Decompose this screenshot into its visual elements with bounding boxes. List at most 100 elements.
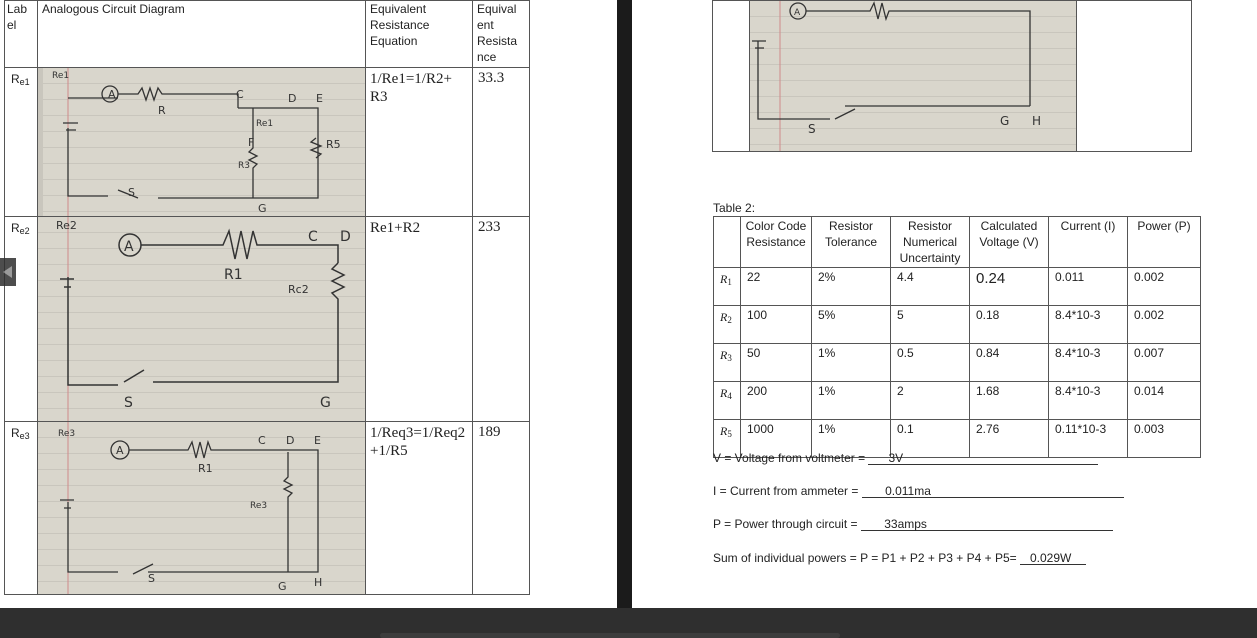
table-row: R2 100 5% 5 0.18 8.4*10-3 0.002 xyxy=(713,305,1201,344)
svg-text:S: S xyxy=(128,186,135,199)
equation-cell: 1/Req3=1/Req2 +1/R5 xyxy=(365,421,473,595)
svg-text:E: E xyxy=(314,434,321,447)
resistor-name: R2 xyxy=(713,305,741,344)
svg-text:E: E xyxy=(316,92,323,105)
svg-text:G: G xyxy=(1000,114,1009,128)
current-cell: 8.4*10-3 xyxy=(1048,381,1128,420)
table-row: R1 22 2% 4.4 0.24 0.011 0.002 xyxy=(713,267,1201,306)
svg-text:Rc2: Rc2 xyxy=(288,283,309,296)
table-row: Re2 A R1 S C D G Re2 Rc2 Re1+R2 233 xyxy=(4,216,530,422)
svg-text:A: A xyxy=(124,239,134,255)
header-color-code: Color Code Resistance xyxy=(740,216,812,268)
tolerance-cell: 1% xyxy=(811,343,891,382)
header-empty xyxy=(713,216,741,268)
resistance-cell: 189 xyxy=(472,421,530,595)
top-photo-empty-cell xyxy=(1076,0,1192,152)
resistor-name: R3 xyxy=(713,343,741,382)
svg-text:S: S xyxy=(148,572,155,585)
header-tolerance: Resistor Tolerance xyxy=(811,216,891,268)
uncertainty-cell: 0.5 xyxy=(890,343,970,382)
page-gap xyxy=(617,0,632,608)
svg-text:R1: R1 xyxy=(198,462,213,475)
table-header-row: Color Code Resistance Resistor Tolerance… xyxy=(713,216,1201,268)
circuit-table: Lab el Analogous Circuit Diagram Equival… xyxy=(4,0,530,595)
circuit-drawing-1: A R S C D E F G Re1 Re1 R3 R5 xyxy=(38,68,341,216)
svg-text:H: H xyxy=(314,576,322,589)
power-answer: 33amps xyxy=(860,517,1113,531)
top-photo-table: A S G H xyxy=(712,0,1192,152)
current-line: I = Current from ammeter = 0.011ma xyxy=(713,484,1124,498)
sum-label: Sum of individual powers = P = P1 + P2 +… xyxy=(713,551,1017,565)
svg-text:Re2: Re2 xyxy=(56,219,77,232)
voltage-answer: 3V xyxy=(868,451,1099,465)
current-answer: 0.011ma xyxy=(861,484,1124,498)
power-cell: 0.014 xyxy=(1127,381,1201,420)
resistance-cell: 33.3 xyxy=(472,67,530,217)
sum-power-line: Sum of individual powers = P = P1 + P2 +… xyxy=(713,551,1086,565)
resistor-table: Color Code Resistance Resistor Tolerance… xyxy=(713,216,1201,458)
circuit-photo-3: A R1 S C D E G H Re3 Re3 xyxy=(37,421,366,595)
header-resistance: Equival ent Resista nce xyxy=(472,0,530,68)
current-cell: 8.4*10-3 xyxy=(1048,343,1128,382)
row-label: Re3 xyxy=(4,421,38,595)
svg-text:G: G xyxy=(320,395,331,411)
header-equation: Equivalent Resistance Equation xyxy=(365,0,473,68)
svg-text:D: D xyxy=(286,434,294,447)
header-diagram: Analogous Circuit Diagram xyxy=(37,0,366,68)
svg-text:S: S xyxy=(808,122,816,136)
voltage-cell: 0.18 xyxy=(969,305,1049,344)
color-code-cell: 100 xyxy=(740,305,812,344)
table-row: Re1 A R S C D E F G Re1 Re1 R3 R5 1/Re1=… xyxy=(4,67,530,217)
table-2-title: Table 2: xyxy=(713,201,756,215)
circuit-drawing-3: A R1 S C D E G H Re3 Re3 xyxy=(58,422,322,594)
svg-text:A: A xyxy=(116,444,124,457)
header-current: Current (I) xyxy=(1048,216,1128,268)
uncertainty-cell: 4.4 xyxy=(890,267,970,306)
voltage-cell: 0.24 xyxy=(969,267,1049,306)
circuit-photo-2: A R1 S C D G Re2 Rc2 xyxy=(37,216,366,422)
power-line: P = Power through circuit = 33amps xyxy=(713,517,1113,531)
svg-text:Re3: Re3 xyxy=(250,501,267,511)
resistance-cell: 233 xyxy=(472,216,530,422)
circuit-drawing-2: A R1 S C D G Re2 Rc2 xyxy=(56,217,351,421)
header-uncertainty: Resistor Numerical Uncertainty xyxy=(890,216,970,268)
sum-answer: 0.029W xyxy=(1019,551,1086,565)
equation-cell: Re1+R2 xyxy=(365,216,473,422)
svg-text:C: C xyxy=(236,88,244,101)
top-photo-label-cell xyxy=(712,0,750,152)
svg-text:A: A xyxy=(108,88,116,101)
voltage-cell: 0.84 xyxy=(969,343,1049,382)
svg-text:Re1: Re1 xyxy=(256,119,273,129)
svg-text:R: R xyxy=(158,104,166,117)
svg-text:Re1: Re1 xyxy=(52,71,69,81)
color-code-cell: 200 xyxy=(740,381,812,420)
equation-cell: 1/Re1=1/R2+ R3 xyxy=(365,67,473,217)
svg-text:G: G xyxy=(258,202,267,215)
power-cell: 0.003 xyxy=(1127,419,1201,458)
resistor-name: R4 xyxy=(713,381,741,420)
circuit-drawing-top: A S G H xyxy=(752,1,1041,151)
svg-text:R3: R3 xyxy=(238,161,250,171)
resistor-name: R1 xyxy=(713,267,741,306)
tolerance-cell: 1% xyxy=(811,381,891,420)
svg-text:F: F xyxy=(248,136,254,149)
color-code-cell: 50 xyxy=(740,343,812,382)
svg-text:D: D xyxy=(288,92,296,105)
color-code-cell: 22 xyxy=(740,267,812,306)
left-page: Lab el Analogous Circuit Diagram Equival… xyxy=(0,0,617,608)
svg-text:H: H xyxy=(1032,114,1041,128)
right-page: A S G H Table 2: Color Code Resistance R… xyxy=(632,0,1257,608)
power-cell: 0.002 xyxy=(1127,305,1201,344)
current-label: I = Current from ammeter = xyxy=(713,484,859,498)
table-row: R3 50 1% 0.5 0.84 8.4*10-3 0.007 xyxy=(713,343,1201,382)
svg-text:G: G xyxy=(278,580,287,593)
svg-text:C: C xyxy=(308,229,318,245)
current-cell: 0.011 xyxy=(1048,267,1128,306)
header-voltage: Calculated Voltage (V) xyxy=(969,216,1049,268)
previous-page-arrow-icon[interactable] xyxy=(0,258,16,286)
horizontal-scrollbar[interactable] xyxy=(380,633,840,638)
row-label: Re1 xyxy=(4,67,38,217)
top-photo-cell: A S G H xyxy=(749,0,1077,152)
svg-text:R1: R1 xyxy=(224,267,243,283)
svg-text:Re3: Re3 xyxy=(58,429,75,439)
